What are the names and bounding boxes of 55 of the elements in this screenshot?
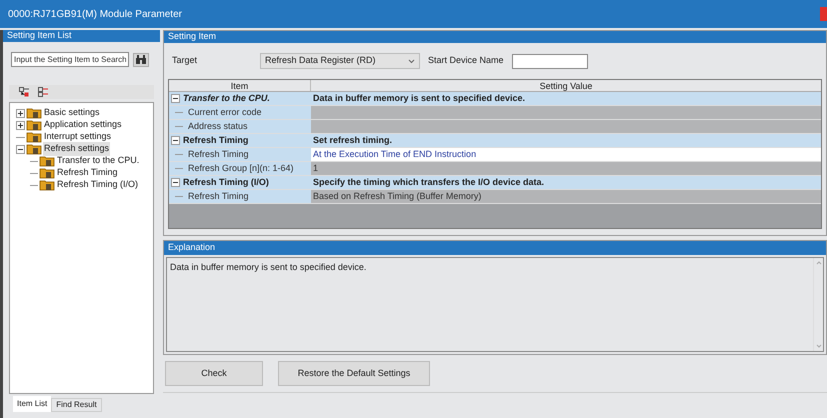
expand-icon[interactable] <box>16 108 25 118</box>
tree-item[interactable]: Refresh Timing (I/O) <box>56 178 140 192</box>
search-field[interactable]: Input the Setting Item to Search <box>11 52 129 67</box>
table-cell-text: Current error code <box>188 106 262 119</box>
collapse-icon[interactable] <box>171 178 180 187</box>
tree-item[interactable]: Refresh Timing <box>56 166 119 180</box>
action-button[interactable]: Check <box>165 361 263 386</box>
field-label: Start Device Name <box>428 54 504 68</box>
tree-item[interactable]: Application settings <box>43 118 123 132</box>
column-header: Setting Value <box>538 80 594 91</box>
window-title: 0000:RJ71GB91(M) Module Parameter <box>8 8 182 22</box>
table-cell-text: Refresh Timing <box>188 148 249 161</box>
collapse-icon[interactable] <box>171 94 180 103</box>
folder-icon <box>26 143 42 155</box>
tree-item[interactable]: Transfer to the CPU. <box>56 154 140 168</box>
folder-icon <box>26 119 42 131</box>
action-button[interactable]: Restore the Default Settings <box>278 361 430 386</box>
collapse-icon[interactable] <box>16 144 25 154</box>
collapse-icon[interactable] <box>171 136 180 145</box>
table-cell: Based on Refresh Timing (Buffer Memory) <box>311 190 821 203</box>
field-label: Target <box>172 54 198 68</box>
panel-header: Explanation <box>164 241 826 255</box>
collapse-all-icon[interactable] <box>38 87 49 97</box>
table-cell-text: Address status <box>188 120 248 133</box>
search-button[interactable] <box>133 52 149 66</box>
folder-icon <box>26 131 42 143</box>
binoculars-icon <box>136 55 146 64</box>
folder-icon <box>39 179 55 191</box>
chevron-down-icon <box>408 58 415 64</box>
tab[interactable]: Item List <box>13 396 52 412</box>
group-label: Refresh Timing <box>183 134 248 147</box>
folder-icon <box>39 155 55 167</box>
table-cell: Data in buffer memory is sent to specified device. <box>311 92 821 105</box>
table-cell: Set refresh timing. <box>311 134 821 147</box>
table-cell-text: Refresh Group [n](n: 1-64) <box>188 162 294 175</box>
tree-item[interactable]: Basic settings <box>43 106 101 120</box>
group-label: Refresh Timing (I/O) <box>183 176 269 189</box>
folder-icon <box>39 167 55 179</box>
tree-item[interactable]: Interrupt settings <box>43 130 112 144</box>
target-dropdown[interactable]: Refresh Data Register (RD) <box>260 53 420 69</box>
start-device-field[interactable] <box>512 54 588 68</box>
table-cell: Specify the timing which transfers the I/O device data. <box>311 176 821 189</box>
panel-header: Setting Item List <box>3 30 160 42</box>
column-header: Item <box>169 80 311 91</box>
folder-icon <box>26 107 42 119</box>
group-label: Transfer to the CPU. <box>183 92 270 105</box>
explanation-text: Data in buffer memory is sent to specified device. <box>169 261 368 274</box>
table-cell[interactable]: At the Execution Time of END Instruction <box>311 148 821 161</box>
expand-icon[interactable] <box>16 120 25 130</box>
panel-header: Setting Item <box>164 31 826 43</box>
table-cell-text: Refresh Timing <box>188 190 249 203</box>
tab[interactable]: Find Result <box>51 398 102 412</box>
tree-item[interactable]: Refresh settings <box>43 142 110 156</box>
table-cell: 1 <box>311 162 821 175</box>
expand-all-icon[interactable] <box>19 87 30 97</box>
